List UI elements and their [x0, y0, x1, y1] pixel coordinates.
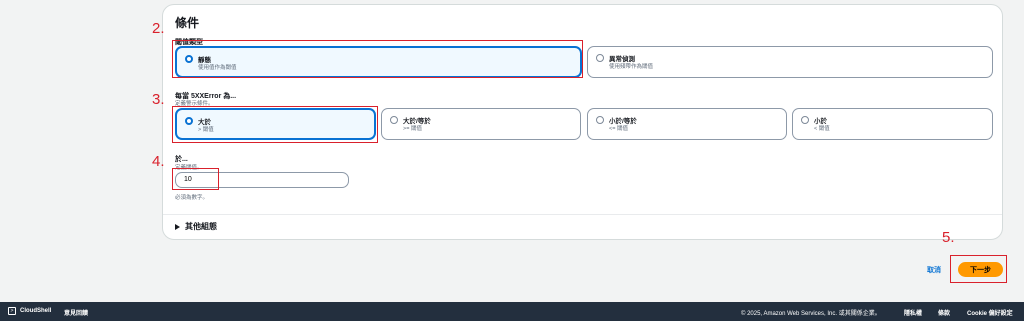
annotation-number-5: 5.: [942, 229, 955, 246]
annotation-box-3: [172, 106, 378, 143]
caret-right-icon: [175, 223, 180, 230]
option-description: < 閾值: [814, 126, 830, 132]
panel-title: 條件: [175, 16, 200, 30]
cookie-preferences-link[interactable]: Cookie 偏好設定: [967, 308, 1013, 317]
terms-link[interactable]: 條款: [938, 308, 950, 317]
comparison-less-equal-option[interactable]: 小於/等於 <= 閾值: [587, 108, 787, 140]
annotation-number-2: 2.: [152, 20, 165, 37]
annotation-number-3: 3.: [152, 91, 165, 108]
copyright-text: © 2025, Amazon Web Services, Inc. 或其關係企業…: [741, 311, 881, 317]
radio-unchecked-icon[interactable]: [390, 116, 398, 124]
option-description: >= 閾值: [403, 126, 422, 132]
radio-unchecked-icon[interactable]: [596, 116, 604, 124]
comparison-less-option[interactable]: 小於 < 閾值: [792, 108, 993, 140]
expander-label: 其他組態: [185, 222, 217, 231]
footer: > CloudShell 意見回饋 © 2025, Amazon Web Ser…: [0, 302, 1024, 321]
cloudshell-icon[interactable]: >: [8, 307, 16, 315]
cloudshell-link[interactable]: CloudShell: [20, 308, 51, 314]
threshold-value-hint: 必須為數字。: [175, 195, 209, 201]
comparison-greater-equal-option[interactable]: 大於/等於 >= 閾值: [381, 108, 581, 140]
annotation-box-4: [172, 168, 219, 190]
cancel-button[interactable]: 取消: [927, 265, 941, 275]
divider: [163, 214, 1002, 215]
feedback-link[interactable]: 意見回饋: [64, 308, 88, 317]
option-description: 使用頻帶作為閾值: [609, 64, 654, 70]
threshold-type-anomaly-option[interactable]: 異常偵測 使用頻帶作為閾值: [587, 46, 993, 78]
next-button[interactable]: 下一步: [958, 262, 1003, 277]
privacy-link[interactable]: 隱私權: [904, 308, 922, 317]
annotation-number-4: 4.: [152, 153, 165, 170]
additional-config-expander[interactable]: 其他組態: [175, 221, 217, 232]
annotation-box-2: [172, 40, 583, 78]
option-description: <= 閾值: [609, 126, 628, 132]
radio-unchecked-icon[interactable]: [596, 54, 604, 62]
radio-unchecked-icon[interactable]: [801, 116, 809, 124]
